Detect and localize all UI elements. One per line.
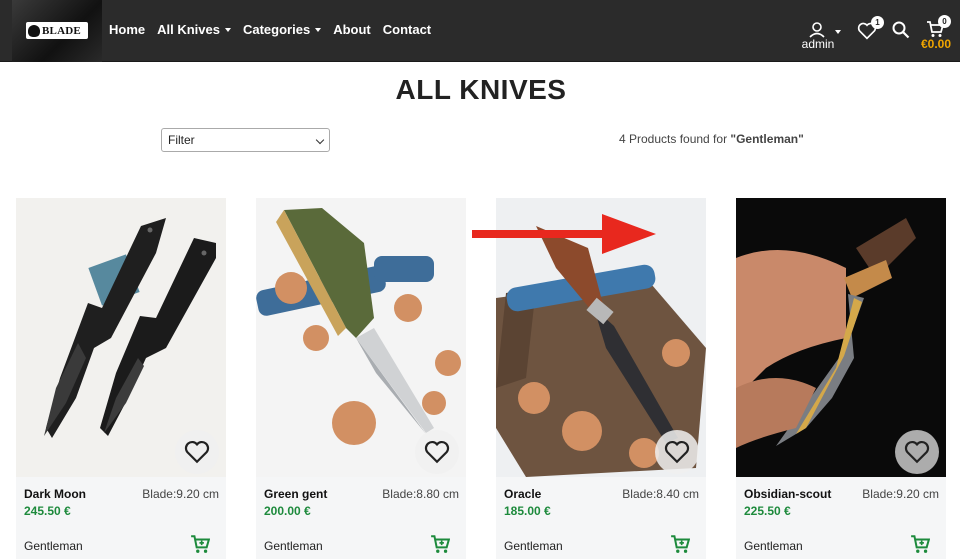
search-icon: [892, 21, 910, 39]
product-image[interactable]: [256, 198, 466, 477]
product-blade-length: Blade:9.20 cm: [142, 487, 219, 501]
chevron-down-icon: [315, 135, 325, 145]
add-to-cart-button[interactable]: [190, 534, 211, 559]
annotation-arrow-icon: [472, 214, 656, 254]
product-info: Dark Moon Blade:9.20 cm 245.50 € Gentlem…: [16, 477, 226, 559]
product-category: Gentleman: [24, 539, 83, 553]
product-category: Gentleman: [264, 539, 323, 553]
brand-logo: BLADE: [26, 22, 88, 39]
nav-categories[interactable]: Categories: [242, 22, 322, 37]
product-info: Obsidian-scout Blade:9.20 cm 225.50 € Ge…: [736, 477, 946, 559]
page-title: ALL KNIVES: [395, 74, 567, 105]
user-name: admin: [801, 37, 835, 51]
cart-plus-icon: [911, 535, 931, 553]
product-card[interactable]: Obsidian-scout Blade:9.20 cm 225.50 € Ge…: [736, 198, 946, 559]
cart-plus-icon: [431, 535, 451, 553]
filter-selected-value: Filter: [168, 133, 195, 147]
nav-contact[interactable]: Contact: [383, 22, 431, 37]
cart-plus-icon: [191, 535, 211, 553]
product-name[interactable]: Obsidian-scout: [744, 487, 831, 501]
results-count-text: 4 Products found for: [619, 132, 731, 146]
results-count: 4 Products found for "Gentleman": [619, 132, 804, 146]
logo-text: BLADE: [42, 24, 81, 37]
top-navbar: BLADE Home All Knives Categories About C…: [0, 0, 960, 62]
product-image[interactable]: [736, 198, 946, 477]
product-blade-length: Blade:9.20 cm: [862, 487, 939, 501]
wishlist-count-badge: 1: [871, 16, 884, 29]
user-menu[interactable]: admin: [800, 22, 841, 54]
nav-home-label: Home: [109, 22, 146, 37]
search-button[interactable]: [892, 21, 910, 39]
add-to-cart-button[interactable]: [910, 534, 931, 559]
heart-icon: [664, 440, 690, 464]
heart-icon: [184, 440, 210, 464]
heart-icon: [424, 440, 450, 464]
product-blade-length: Blade:8.80 cm: [382, 487, 459, 501]
filter-select[interactable]: Filter: [161, 128, 330, 152]
brand-logo-link[interactable]: BLADE: [12, 0, 102, 62]
add-to-cart-button[interactable]: [670, 534, 691, 559]
product-image[interactable]: [16, 198, 226, 477]
add-to-wishlist-button[interactable]: [415, 430, 459, 474]
product-card[interactable]: Green gent Blade:8.80 cm 200.00 € Gentle…: [256, 198, 466, 559]
heart-icon: [904, 440, 930, 464]
add-to-wishlist-button[interactable]: [895, 430, 939, 474]
product-price: 200.00 €: [264, 504, 311, 518]
cart-count-badge: 0: [938, 15, 951, 28]
results-query: "Gentleman": [730, 132, 804, 146]
nav-home[interactable]: Home: [109, 22, 145, 37]
nav-all-knives-label: All Knives: [157, 22, 220, 37]
chevron-down-icon: [835, 30, 841, 34]
product-price: 185.00 €: [504, 504, 551, 518]
user-icon: [809, 22, 825, 38]
product-name[interactable]: Oracle: [504, 487, 541, 501]
add-to-wishlist-button[interactable]: [655, 430, 699, 474]
product-price: 225.50 €: [744, 504, 791, 518]
product-card[interactable]: Dark Moon Blade:9.20 cm 245.50 € Gentlem…: [16, 198, 226, 559]
product-name[interactable]: Dark Moon: [24, 487, 86, 501]
nav-categories-label: Categories: [242, 22, 311, 37]
wishlist-button[interactable]: 1: [857, 16, 884, 42]
product-price: 245.50 €: [24, 504, 71, 518]
chevron-down-icon: [224, 27, 231, 32]
product-category: Gentleman: [744, 539, 803, 553]
logo-mark-icon: [28, 24, 40, 37]
nav-contact-label: Contact: [382, 22, 432, 37]
product-blade-length: Blade:8.40 cm: [622, 487, 699, 501]
cart-total: €0.00: [921, 37, 952, 51]
product-info: Oracle Blade:8.40 cm 185.00 € Gentleman: [496, 477, 706, 559]
add-to-cart-button[interactable]: [430, 534, 451, 559]
nav-about-label: About: [333, 22, 371, 37]
add-to-wishlist-button[interactable]: [175, 430, 219, 474]
main-nav: Home All Knives Categories About Contact: [109, 22, 443, 37]
nav-about[interactable]: About: [333, 22, 371, 37]
product-category: Gentleman: [504, 539, 563, 553]
product-info: Green gent Blade:8.80 cm 200.00 € Gentle…: [256, 477, 466, 559]
chevron-down-icon: [315, 27, 322, 32]
product-name[interactable]: Green gent: [264, 487, 327, 501]
nav-all-knives[interactable]: All Knives: [157, 22, 231, 37]
cart-plus-icon: [671, 535, 691, 553]
